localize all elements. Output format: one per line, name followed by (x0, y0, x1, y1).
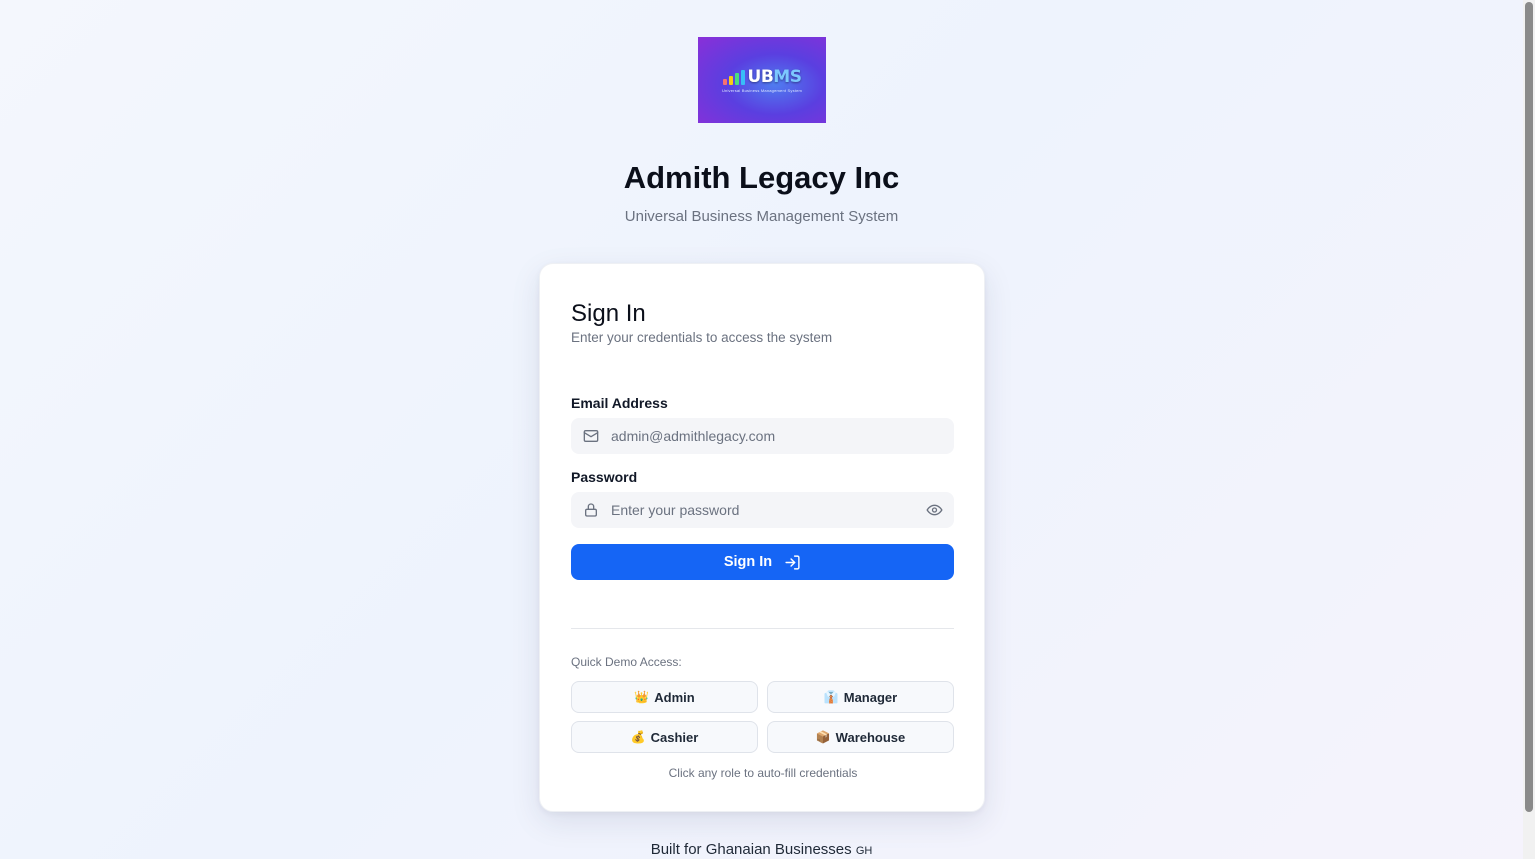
ubms-logo: UBMS Universal Business Management Syste… (698, 37, 826, 123)
logo-text: UBMS (747, 67, 802, 87)
footer: Built for Ghanaian Businesses GH (0, 841, 1523, 858)
ghana-flag-icon: GH (855, 845, 873, 857)
company-subtitle: Universal Business Management System (624, 208, 899, 225)
login-page: UBMS Universal Business Management Syste… (0, 0, 1523, 859)
package-icon: 📦 (815, 730, 831, 744)
signin-card: Sign In Enter your credentials to access… (539, 263, 985, 812)
demo-role-warehouse[interactable]: 📦 Warehouse (767, 721, 954, 753)
demo-role-cashier[interactable]: 💰 Cashier (571, 721, 758, 753)
demo-hint: Click any role to auto-fill credentials (668, 766, 858, 780)
email-label: Email Address (571, 395, 668, 411)
necktie-icon: 👔 (823, 690, 839, 704)
role-label: Cashier (650, 729, 699, 745)
signin-subtitle: Enter your credentials to access the sys… (571, 330, 833, 345)
demo-role-manager[interactable]: 👔 Manager (767, 681, 954, 713)
chart-bars-icon (722, 69, 745, 85)
eye-icon[interactable] (926, 502, 943, 518)
money-bag-icon: 💰 (630, 730, 646, 744)
password-input[interactable] (611, 492, 911, 528)
password-field-wrapper (571, 492, 954, 528)
logo-mark: UBMS (722, 67, 802, 87)
mail-icon (583, 430, 599, 442)
signin-title: Sign In (571, 300, 646, 327)
scrollbar-thumb[interactable] (1525, 2, 1533, 812)
quick-demo-label: Quick Demo Access: (571, 655, 682, 669)
role-label: Warehouse (835, 729, 906, 745)
login-arrow-icon (785, 554, 800, 570)
footer-text: Built for Ghanaian Businesses (650, 841, 852, 858)
role-label: Manager (843, 689, 898, 705)
divider (571, 628, 954, 629)
email-field-wrapper (571, 418, 954, 454)
email-input[interactable] (611, 418, 911, 454)
crown-icon: 👑 (634, 690, 650, 704)
company-name: Admith Legacy Inc (623, 160, 900, 195)
scrollbar-track[interactable] (1523, 0, 1535, 859)
signin-button-label: Sign In (723, 554, 773, 570)
password-label: Password (571, 469, 638, 485)
role-label: Admin (654, 689, 695, 705)
signin-button[interactable]: Sign In (571, 544, 954, 580)
demo-role-admin[interactable]: 👑 Admin (571, 681, 758, 713)
logo-tagline: Universal Business Management System (721, 88, 803, 93)
lock-icon (585, 503, 597, 517)
